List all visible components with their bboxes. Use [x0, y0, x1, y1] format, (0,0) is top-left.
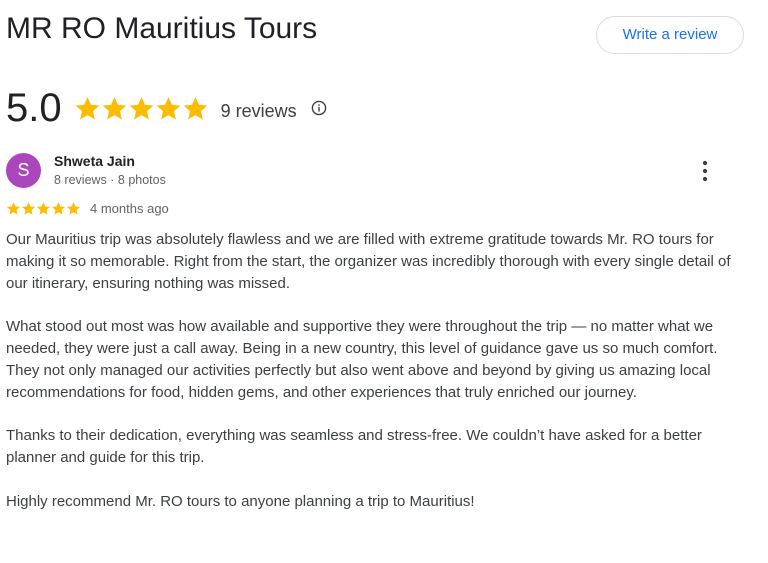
star-icon — [183, 96, 207, 119]
reviews-panel: MR RO Mauritius Tours Write a review 5.0… — [0, 0, 768, 563]
review-date: 4 months ago — [90, 200, 169, 216]
avatar[interactable]: S — [6, 153, 41, 188]
review-paragraph: Our Mauritius trip was absolutely flawle… — [6, 231, 731, 292]
star-icon — [6, 201, 21, 215]
star-icon — [51, 201, 66, 215]
rating-stars — [74, 95, 209, 122]
review-paragraph: Highly recommend Mr. RO tours to anyone … — [6, 492, 475, 510]
review-paragraph: What stood out most was how available an… — [6, 318, 718, 401]
star-icon — [156, 96, 180, 119]
review-rating-row: 4 months ago — [6, 199, 169, 217]
write-review-button[interactable]: Write a review — [596, 16, 744, 54]
star-icon — [129, 96, 153, 119]
star-icon — [36, 201, 51, 215]
info-icon[interactable] — [311, 100, 327, 116]
more-vert-icon — [702, 160, 708, 182]
business-name: MR RO Mauritius Tours — [6, 12, 318, 45]
review-paragraph: Thanks to their dedication, everything w… — [6, 427, 702, 466]
reviewer-name[interactable]: Shweta Jain — [54, 152, 166, 170]
more-options-button[interactable] — [696, 158, 714, 184]
star-icon — [75, 96, 99, 119]
reviewer-info: Shweta Jain 8 reviews · 8 photos — [54, 152, 166, 189]
review-stars — [6, 201, 81, 216]
rating-summary: 5.0 9 reviews — [6, 86, 327, 130]
star-icon — [21, 201, 36, 215]
review-text: Our Mauritius trip was absolutely flawle… — [6, 229, 736, 534]
rating-value: 5.0 — [6, 86, 62, 130]
star-icon — [102, 96, 126, 119]
reviewer-header: S Shweta Jain 8 reviews · 8 photos — [6, 152, 166, 189]
review-count: 9 reviews — [220, 100, 297, 121]
star-icon — [66, 201, 81, 215]
reviewer-stats: 8 reviews · 8 photos — [54, 173, 166, 187]
